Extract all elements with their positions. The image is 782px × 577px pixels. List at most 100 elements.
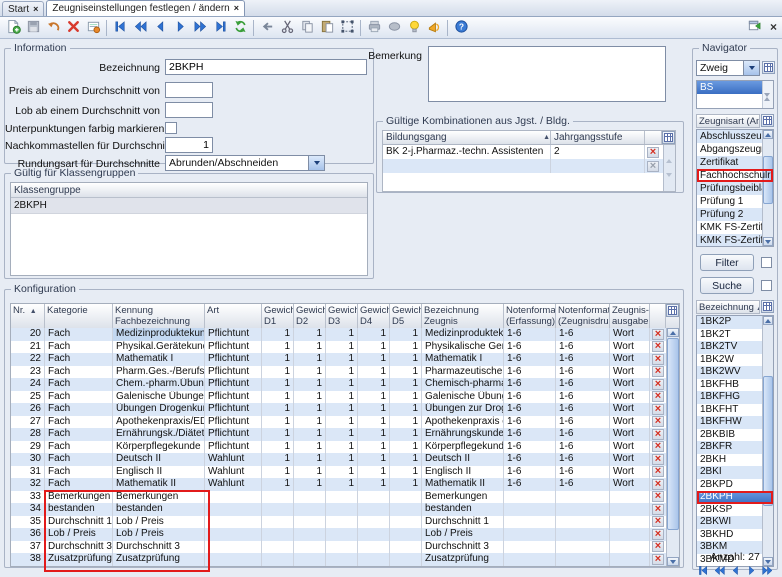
delete-row-icon[interactable]: ×	[652, 491, 664, 502]
toolbar-nav-forward-button[interactable]	[170, 18, 190, 38]
preis-input[interactable]	[165, 82, 213, 98]
column-header-ausgabe[interactable]: Zeugnis-ausgabe	[610, 304, 650, 328]
toolbar-refresh-button[interactable]	[230, 18, 250, 38]
klassengruppe-row[interactable]: 2BKPH	[11, 198, 367, 214]
zweig-spinner[interactable]	[762, 81, 773, 108]
kombination-row-empty[interactable]: ×	[383, 159, 675, 173]
delete-row-icon[interactable]: ×	[652, 504, 664, 515]
column-header-jahrgangsstufe[interactable]: Jahrgangsstufe	[551, 131, 645, 144]
scroll-down-icon[interactable]	[763, 237, 773, 246]
grid-chooser-icon[interactable]	[762, 61, 775, 74]
scroll-up-icon[interactable]	[666, 147, 672, 159]
delete-row-icon[interactable]: ×	[652, 391, 664, 402]
delete-row-icon[interactable]: ×	[652, 479, 664, 490]
grid-chooser-icon[interactable]	[666, 304, 679, 317]
zweig-dropdown[interactable]: Zweig	[696, 60, 760, 76]
scroll-up-icon[interactable]	[763, 130, 773, 139]
tab-close-icon[interactable]: ×	[33, 3, 38, 16]
lob-input[interactable]	[165, 102, 213, 118]
toolbar-tip-button[interactable]	[404, 18, 424, 38]
float-window-icon[interactable]	[747, 18, 762, 36]
scroll-down-icon[interactable]	[666, 177, 672, 189]
toolbar-nav-last-button[interactable]	[210, 18, 230, 38]
konfig-row-30[interactable]: 30FachDeutsch IIWahlunt11111Deutsch II1-…	[11, 453, 666, 466]
toolbar-edit-record-button[interactable]	[83, 18, 103, 38]
record-nav-fast-back-button[interactable]	[712, 563, 726, 577]
delete-row-icon[interactable]: ×	[652, 441, 664, 452]
konfig-row-26[interactable]: 26FachÜbungen DrogenkundePflichtunt11111…	[11, 403, 666, 416]
unterpunktungen-checkbox[interactable]	[165, 122, 177, 134]
konfig-row-27[interactable]: 27FachApothekenpraxis/EDVPflichtunt11111…	[11, 416, 666, 429]
column-header-erfassung[interactable]: Notenformat(Erfassung)	[504, 304, 556, 328]
scrollbar-thumb[interactable]	[763, 376, 773, 506]
toolbar-nav-first-button[interactable]	[110, 18, 130, 38]
konfig-row-34[interactable]: 34bestandenbestandenbestanden×	[11, 503, 666, 516]
delete-row-icon[interactable]: ×	[652, 416, 664, 427]
zeugnisart-header[interactable]: Zeugnisart (Anzeige…	[696, 114, 774, 128]
suche-checkbox[interactable]	[761, 280, 772, 291]
delete-row-icon[interactable]: ×	[652, 379, 664, 390]
column-header-bildungsgang[interactable]: Bildungsgang▲	[383, 131, 551, 144]
column-header-d2[interactable]: GewichtD2	[294, 304, 326, 328]
bezeichnung-header[interactable]: Bezeichnung▲	[696, 300, 774, 314]
toolbar-cut-button[interactable]	[277, 18, 297, 38]
toolbar-preview-button[interactable]	[384, 18, 404, 38]
delete-row-icon[interactable]: ×	[652, 366, 664, 377]
konfig-row-38[interactable]: 38ZusatzprüfungZusatzprüfungZusatzprüfun…	[11, 553, 666, 566]
scroll-down-icon[interactable]	[667, 557, 679, 566]
zeugnisart-column-header[interactable]: Zeugnisart (Anzeige…	[696, 114, 760, 128]
konfiguration-scrollbar[interactable]	[666, 328, 679, 566]
delete-row-icon[interactable]: ×	[652, 466, 664, 477]
toolbar-nav-fast-forward-button[interactable]	[190, 18, 210, 38]
toolbar-undo-button[interactable]	[43, 18, 63, 38]
konfig-row-32[interactable]: 32FachMathematik IIWahlunt11111Mathemati…	[11, 478, 666, 491]
konfig-row-23[interactable]: 23FachPharm.Ges.-/Berufskde.Pflichtunt11…	[11, 366, 666, 379]
delete-row-icon[interactable]: ×	[652, 554, 664, 565]
delete-row-icon[interactable]: ×	[647, 147, 659, 158]
konfig-row-36[interactable]: 36Lob / PreisLob / PreisLob / Preis×	[11, 528, 666, 541]
column-header-d5[interactable]: GewichtD5	[390, 304, 422, 328]
record-nav-fast-forward-button[interactable]	[760, 563, 774, 577]
column-header-druck[interactable]: Notenformat(Zeugnisdruck)	[556, 304, 610, 328]
scroll-up-icon[interactable]	[763, 316, 773, 325]
column-header-zeugnis[interactable]: BezeichnungZeugnis	[422, 304, 504, 328]
delete-row-icon[interactable]: ×	[652, 454, 664, 465]
nachkomma-input[interactable]	[165, 137, 213, 153]
klassengruppe-column-header[interactable]: Klassengruppe	[11, 183, 367, 198]
toolbar-copy-button[interactable]	[297, 18, 317, 38]
toolbar-nav-back-button[interactable]	[150, 18, 170, 38]
filter-checkbox[interactable]	[761, 257, 772, 268]
column-header-art[interactable]: Art	[205, 304, 262, 328]
konfig-row-20[interactable]: 20FachMedizinproduktekundePflichtunt1111…	[11, 328, 666, 341]
konfig-row-28[interactable]: 28FachErnährungsk./DiätetikPflichtunt111…	[11, 428, 666, 441]
delete-row-icon[interactable]: ×	[652, 341, 664, 352]
bezeichnung-column-header[interactable]: Bezeichnung▲	[696, 300, 760, 314]
bemerkung-textarea[interactable]	[428, 46, 666, 102]
toolbar-delete-button[interactable]	[63, 18, 83, 38]
delete-row-icon[interactable]: ×	[652, 529, 664, 540]
zeugnisart-scrollbar[interactable]	[762, 130, 773, 246]
toolbar-print-button[interactable]	[364, 18, 384, 38]
grid-chooser-icon[interactable]	[761, 300, 774, 313]
column-header-d1[interactable]: GewichtD1	[262, 304, 294, 328]
spin-down-icon[interactable]	[764, 97, 771, 109]
delete-row-icon[interactable]: ×	[652, 404, 664, 415]
panel-close-icon[interactable]: ×	[770, 20, 777, 34]
konfig-row-21[interactable]: 21FachPhysikal.GerätekundePflichtunt1111…	[11, 341, 666, 354]
column-header-d4[interactable]: GewichtD4	[358, 304, 390, 328]
tab-start[interactable]: Start ×	[2, 1, 44, 16]
grid-chooser-icon[interactable]	[662, 131, 675, 144]
konfig-row-24[interactable]: 24FachChem.-pharm.ÜbungenPflichtunt11111…	[11, 378, 666, 391]
bezeichnung-scrollbar[interactable]	[762, 316, 773, 566]
toolbar-select-button[interactable]	[337, 18, 357, 38]
toolbar-save-button[interactable]	[23, 18, 43, 38]
konfig-row-25[interactable]: 25FachGalenische ÜbungenPflichtunt11111G…	[11, 391, 666, 404]
toolbar-new-record-button[interactable]	[3, 18, 23, 38]
record-nav-forward-button[interactable]	[744, 563, 758, 577]
delete-row-icon[interactable]: ×	[652, 429, 664, 440]
delete-row-icon[interactable]: ×	[652, 541, 664, 552]
konfig-row-37[interactable]: 37Durchschnitt 3Durchschnitt 3Durchschni…	[11, 541, 666, 554]
toolbar-nav-fast-back-button[interactable]	[130, 18, 150, 38]
toolbar-paste-button[interactable]	[317, 18, 337, 38]
chevron-down-icon[interactable]	[743, 61, 759, 75]
